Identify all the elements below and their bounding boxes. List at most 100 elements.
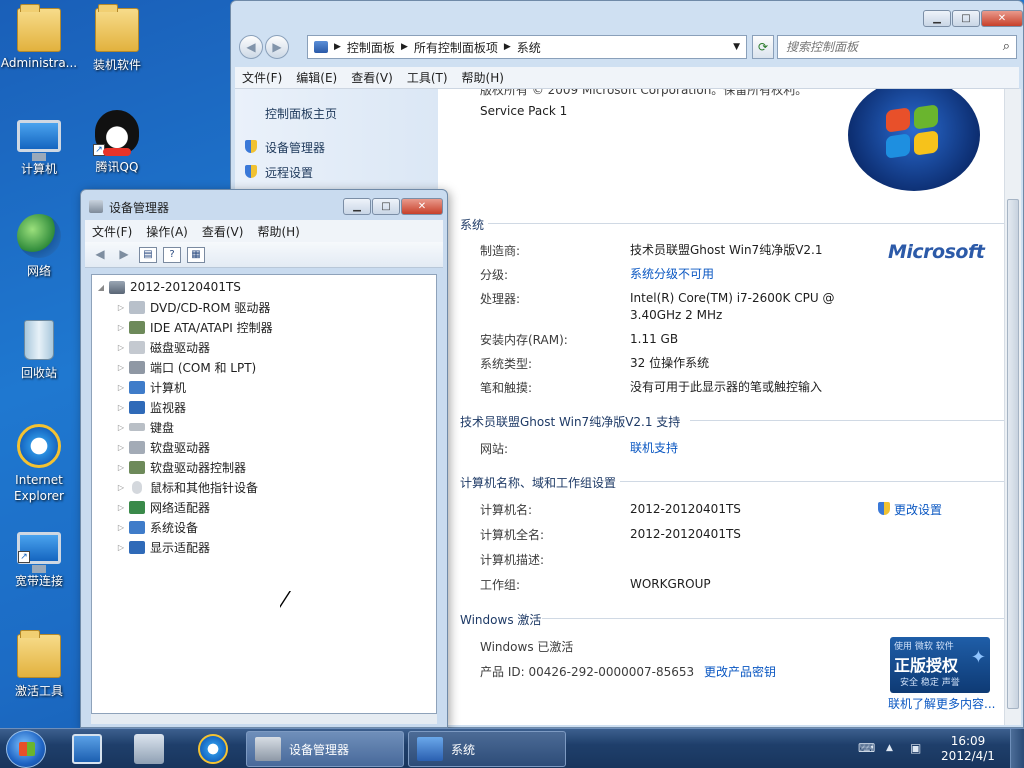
refresh-button[interactable]: ⟳ xyxy=(752,35,774,59)
expand-icon[interactable]: ▷ xyxy=(116,543,126,552)
expand-icon[interactable]: ▷ xyxy=(116,403,126,412)
tree-item-floppy[interactable]: ▷ 软盘驱动器 xyxy=(116,437,210,457)
search-input[interactable] xyxy=(778,36,978,58)
desktop-icon-administrator[interactable]: Administra... xyxy=(0,4,78,70)
rating-link[interactable]: 系统分级不可用 xyxy=(630,266,850,283)
task-device-manager[interactable]: 设备管理器 xyxy=(246,731,404,767)
menu-help[interactable]: 帮助(H) xyxy=(250,223,306,240)
desktop-icon-computer[interactable]: 计算机 xyxy=(0,114,78,177)
taskbar: 设备管理器 系统 ⌨ ▲ ▣ 16:09 2012/4/1 xyxy=(0,728,1024,768)
expand-icon[interactable]: ▷ xyxy=(116,443,126,452)
desktop-icon-network[interactable]: 网络 xyxy=(0,214,78,279)
keyboard-tray-icon[interactable]: ⌨ xyxy=(858,741,875,755)
expand-icon[interactable]: ▷ xyxy=(116,343,126,352)
desktop-icon-broadband[interactable]: ↗ 宽带连接 xyxy=(0,526,78,589)
clock[interactable]: 16:09 2012/4/1 xyxy=(938,734,998,764)
forward-button[interactable]: ▶ xyxy=(265,35,289,59)
star-icon: ✦ xyxy=(970,647,986,668)
desktop-icon-install-software[interactable]: 装机软件 xyxy=(78,4,156,73)
ie-quick-icon[interactable] xyxy=(198,734,228,764)
menu-action[interactable]: 操作(A) xyxy=(139,223,195,240)
desktop-icon-label: 网络 xyxy=(26,264,51,278)
forward-arrow-icon[interactable]: ▶ xyxy=(115,247,133,263)
computer-description-label: 计算机描述: xyxy=(480,553,545,567)
explorer-quick-icon[interactable] xyxy=(134,734,164,764)
breadcrumb-control-panel[interactable]: 控制面板 xyxy=(347,39,395,56)
tree-item-ide[interactable]: ▷ IDE ATA/ATAPI 控制器 xyxy=(116,317,273,337)
vertical-scrollbar[interactable] xyxy=(1004,89,1021,725)
back-arrow-icon[interactable]: ◀ xyxy=(91,247,109,263)
menu-edit[interactable]: 编辑(E) xyxy=(289,69,344,86)
network-icon xyxy=(17,214,61,258)
mouse-cursor-icon xyxy=(279,590,290,607)
divider xyxy=(620,481,1004,482)
tree-root[interactable]: ◢ 2012-20120401TS xyxy=(96,277,241,297)
tree-item-display[interactable]: ▷ 显示适配器 xyxy=(116,537,210,557)
expand-icon[interactable]: ▷ xyxy=(116,363,126,372)
learn-more-link[interactable]: 联机了解更多内容... xyxy=(888,695,995,712)
menu-tools[interactable]: 工具(T) xyxy=(400,69,455,86)
expand-icon[interactable]: ▷ xyxy=(116,483,126,492)
show-hide-tree-icon[interactable]: ▤ xyxy=(139,246,157,263)
maximize-button[interactable]: □ xyxy=(372,198,400,215)
menu-file[interactable]: 文件(F) xyxy=(235,69,289,86)
tree-item-disk[interactable]: ▷ 磁盘驱动器 xyxy=(116,337,210,357)
expand-icon[interactable]: ▷ xyxy=(116,303,126,312)
network-tray-icon[interactable]: ▣ xyxy=(910,741,921,755)
tree-item-network[interactable]: ▷ 网络适配器 xyxy=(116,497,210,517)
desktop-icon-activation-tool[interactable]: 激活工具 xyxy=(0,630,78,699)
sidebar-link-device-manager[interactable]: 设备管理器 xyxy=(265,139,325,156)
desktop-icon-internet-explorer[interactable]: Internet Explorer xyxy=(0,424,78,504)
tree-item-system-devices[interactable]: ▷ 系统设备 xyxy=(116,517,198,537)
address-bar[interactable]: ▶ 控制面板 ▶ 所有控制面板项 ▶ 系统 ▼ xyxy=(307,35,747,59)
tree-item-computer[interactable]: ▷ 计算机 xyxy=(116,377,186,397)
breadcrumb-system[interactable]: 系统 xyxy=(517,39,541,56)
sidebar-link-remote-settings[interactable]: 远程设置 xyxy=(265,164,313,181)
task-system[interactable]: 系统 xyxy=(408,731,566,767)
close-button[interactable]: ✕ xyxy=(401,198,443,215)
scrollbar-thumb[interactable] xyxy=(1007,199,1019,709)
expand-icon[interactable]: ▷ xyxy=(116,503,126,512)
ram-value: 1.11 GB xyxy=(630,332,679,346)
expand-icon[interactable]: ▷ xyxy=(116,323,126,332)
tree-item-keyboard[interactable]: ▷ 键盘 xyxy=(116,417,174,437)
tree-item-ports[interactable]: ▷ 端口 (COM 和 LPT) xyxy=(116,357,256,377)
clock-date: 2012/4/1 xyxy=(941,749,995,763)
tree-item-floppy-controller[interactable]: ▷ 软盘驱动器控制器 xyxy=(116,457,246,477)
tree-item-label: 鼠标和其他指针设备 xyxy=(150,480,259,495)
computer-icon xyxy=(17,120,61,161)
expand-icon[interactable]: ▷ xyxy=(116,423,126,432)
show-desktop-button[interactable] xyxy=(1010,729,1024,768)
desktop-icon-qq[interactable]: ↗ 腾讯QQ xyxy=(78,110,156,175)
sidebar-home-link[interactable]: 控制面板主页 xyxy=(265,105,337,122)
maximize-button[interactable]: □ xyxy=(952,10,980,27)
expand-icon[interactable]: ▷ xyxy=(116,383,126,392)
tree-item-dvd[interactable]: ▷ DVD/CD-ROM 驱动器 xyxy=(116,297,270,317)
change-product-key-link[interactable]: 更改产品密钥 xyxy=(704,663,776,680)
desktop-icon-recycle-bin[interactable]: 回收站 xyxy=(0,320,78,381)
show-hidden-icons-icon[interactable]: ▲ xyxy=(886,743,893,753)
properties-icon[interactable]: ▦ xyxy=(187,246,205,263)
menu-view[interactable]: 查看(V) xyxy=(344,69,400,86)
collapse-icon[interactable]: ◢ xyxy=(96,283,106,292)
back-button[interactable]: ◀ xyxy=(239,35,263,59)
close-button[interactable]: ✕ xyxy=(981,10,1023,27)
menu-view[interactable]: 查看(V) xyxy=(195,223,251,240)
show-desktop-quick-icon[interactable] xyxy=(72,734,102,764)
help-icon[interactable]: ? xyxy=(163,246,181,263)
minimize-button[interactable]: ▁ xyxy=(343,198,371,215)
menu-file[interactable]: 文件(F) xyxy=(85,223,139,240)
expand-icon[interactable]: ▷ xyxy=(116,463,126,472)
start-button[interactable] xyxy=(6,730,46,768)
change-settings-link[interactable]: 更改设置 xyxy=(894,501,942,518)
search-box[interactable]: ⌕ xyxy=(777,35,1017,59)
expand-icon[interactable]: ▷ xyxy=(116,523,126,532)
address-dropdown-icon[interactable]: ▼ xyxy=(733,42,740,52)
tree-item-mouse[interactable]: ▷ 鼠标和其他指针设备 xyxy=(116,477,258,497)
menu-help[interactable]: 帮助(H) xyxy=(455,69,511,86)
online-support-link[interactable]: 联机支持 xyxy=(630,440,850,457)
search-icon[interactable]: ⌕ xyxy=(1003,39,1010,54)
tree-item-monitor[interactable]: ▷ 监视器 xyxy=(116,397,186,417)
breadcrumb-all-items[interactable]: 所有控制面板项 xyxy=(414,39,498,56)
minimize-button[interactable]: ▁ xyxy=(923,10,951,27)
